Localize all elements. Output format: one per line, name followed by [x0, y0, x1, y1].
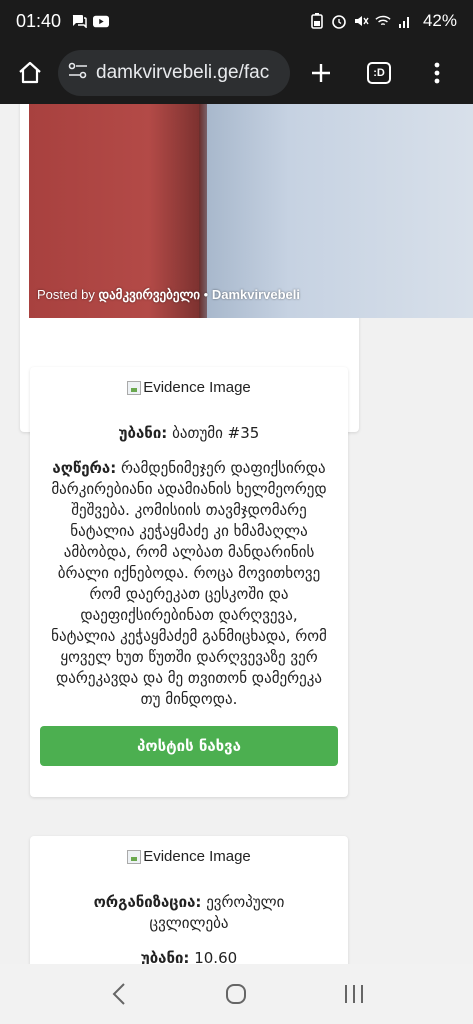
signal-icon: [397, 13, 413, 29]
back-icon[interactable]: [99, 974, 139, 1014]
evidence-image: Evidence Image: [127, 848, 251, 865]
location-field: უბანი: ბათუმი #35: [118, 423, 260, 442]
status-bar: 01:40 42%: [0, 0, 473, 42]
author-name[interactable]: დამკვირვებელი: [98, 287, 200, 302]
evidence-image: Evidence Image: [127, 379, 251, 396]
more-menu-icon[interactable]: [417, 53, 457, 93]
post-photo[interactable]: Posted by დამკვირვებელი • Damkvirvebeli: [29, 104, 473, 318]
tab-switcher-button[interactable]: :D: [359, 53, 399, 93]
navigation-bar: [0, 964, 473, 1024]
page-content[interactable]: Posted by დამკვირვებელი • Damkvirvebeli …: [0, 104, 473, 964]
home-nav-icon[interactable]: [216, 974, 256, 1014]
url-text[interactable]: damkvirvebeli.ge/fac: [96, 62, 269, 84]
posted-by: Posted by დამკვირვებელი • Damkvirvebeli: [37, 287, 300, 302]
wifi-icon: [375, 13, 391, 29]
view-post-button[interactable]: პოსტის ნახვა: [40, 725, 338, 766]
description-field: აღწერა: რამდენიმეჯერ დაფიქსირდა მარკირებ…: [51, 458, 327, 708]
broken-image-icon: [127, 849, 142, 864]
youtube-icon: [93, 13, 110, 29]
battery-level: 42%: [422, 11, 457, 30]
battery-saver-icon: [309, 13, 325, 29]
author-latin[interactable]: Damkvirvebeli: [212, 287, 300, 302]
home-icon[interactable]: [10, 53, 50, 93]
mute-icon: [353, 13, 369, 29]
broken-image-icon: [127, 380, 142, 395]
tab-count: :D: [367, 62, 391, 84]
status-time: 01:40: [16, 10, 62, 31]
evidence-card: Evidence Image უბანი: ბათუმი #35 აღწერა:…: [30, 367, 348, 797]
new-tab-icon[interactable]: [301, 53, 341, 93]
address-bar[interactable]: damkvirvebeli.ge/fac: [58, 50, 290, 96]
recents-icon[interactable]: [334, 974, 374, 1014]
alarm-icon: [331, 13, 347, 29]
evidence-card: Evidence Image ორგანიზაცია: ევროპული ცვლ…: [30, 836, 348, 964]
browser-toolbar: damkvirvebeli.ge/fac :D: [0, 42, 473, 104]
chat-icon: [71, 13, 87, 29]
site-settings-icon[interactable]: [68, 62, 88, 84]
location-field: უბანი: 10.60: [140, 948, 238, 965]
organization-field: ორგანიზაცია: ევროპული ცვლილება: [93, 892, 285, 932]
